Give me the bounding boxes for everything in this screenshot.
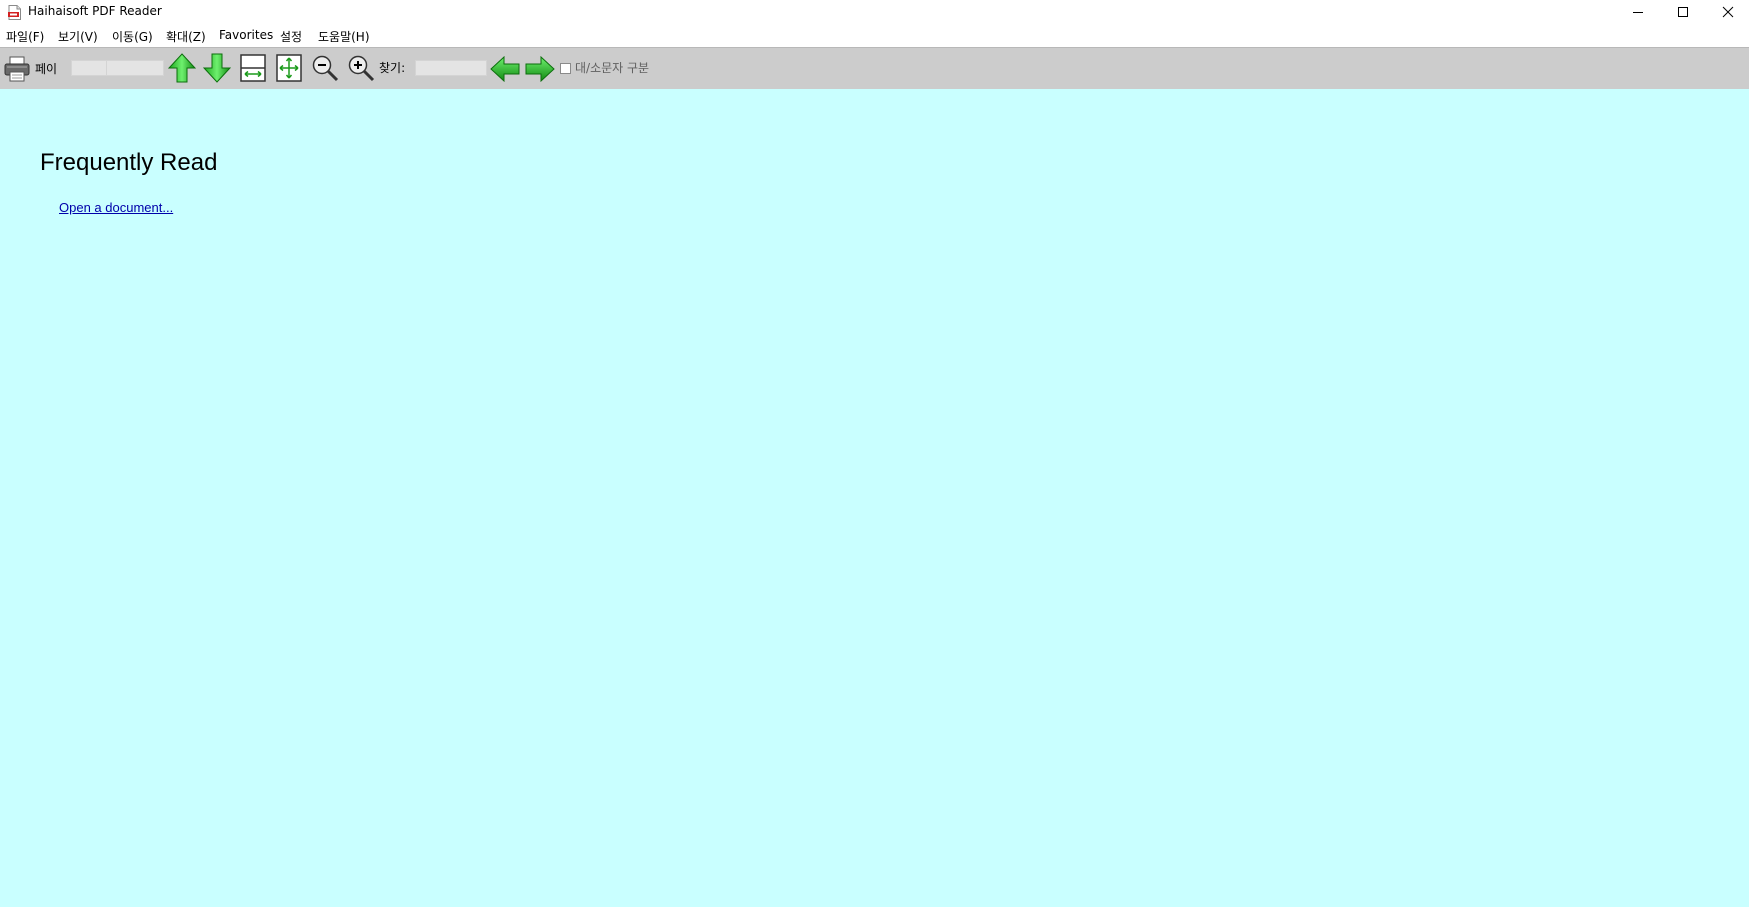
arrow-right-icon[interactable] xyxy=(525,55,555,86)
app-window: Haihaisoft PDF Reader 파일(F) 보기(V) 이동(G) … xyxy=(0,0,1749,907)
menu-bar: 파일(F) 보기(V) 이동(G) 확대(Z) Favorites 설정 도움말… xyxy=(0,25,1749,46)
arrow-up-icon[interactable] xyxy=(167,53,197,87)
fit-width-icon[interactable] xyxy=(240,54,266,86)
minimize-icon xyxy=(1632,3,1644,22)
fit-page-icon[interactable] xyxy=(276,54,302,86)
match-case-label: 대/소문자 구분 xyxy=(575,61,650,75)
maximize-icon xyxy=(1677,3,1689,22)
zoom-out-icon[interactable] xyxy=(311,54,339,86)
window-title: Haihaisoft PDF Reader xyxy=(28,4,162,18)
menu-help[interactable]: 도움말(H) xyxy=(318,28,370,45)
pdf-file-icon xyxy=(8,5,21,20)
find-label: 찾기: xyxy=(379,61,406,75)
maximize-button[interactable] xyxy=(1660,0,1705,25)
open-document-link[interactable]: Open a document... xyxy=(59,200,173,215)
frequently-read-heading: Frequently Read xyxy=(40,149,218,176)
printer-icon[interactable] xyxy=(3,55,31,87)
minimize-button[interactable] xyxy=(1615,0,1660,25)
menu-view[interactable]: 보기(V) xyxy=(58,28,98,45)
menu-go[interactable]: 이동(G) xyxy=(112,28,153,45)
menu-file[interactable]: 파일(F) xyxy=(6,28,44,45)
menu-favorites[interactable]: Favorites xyxy=(219,28,273,42)
find-input[interactable] xyxy=(415,60,487,76)
menu-settings[interactable]: 설정 xyxy=(280,28,302,45)
page-count-field xyxy=(106,60,164,76)
match-case-checkbox[interactable] xyxy=(560,63,571,74)
close-button[interactable] xyxy=(1705,0,1749,25)
page-label: 페이 xyxy=(35,62,58,76)
close-icon xyxy=(1722,3,1734,22)
menu-zoom[interactable]: 확대(Z) xyxy=(166,28,206,45)
arrow-down-icon[interactable] xyxy=(202,53,232,87)
title-bar[interactable]: Haihaisoft PDF Reader xyxy=(0,0,1749,25)
document-area: Frequently Read Open a document... xyxy=(0,89,1749,907)
toolbar: 페이 찾기: 대/소문자 구분 xyxy=(0,47,1749,90)
zoom-in-icon[interactable] xyxy=(347,54,375,86)
page-number-input[interactable] xyxy=(71,60,107,76)
arrow-left-icon[interactable] xyxy=(490,55,520,86)
